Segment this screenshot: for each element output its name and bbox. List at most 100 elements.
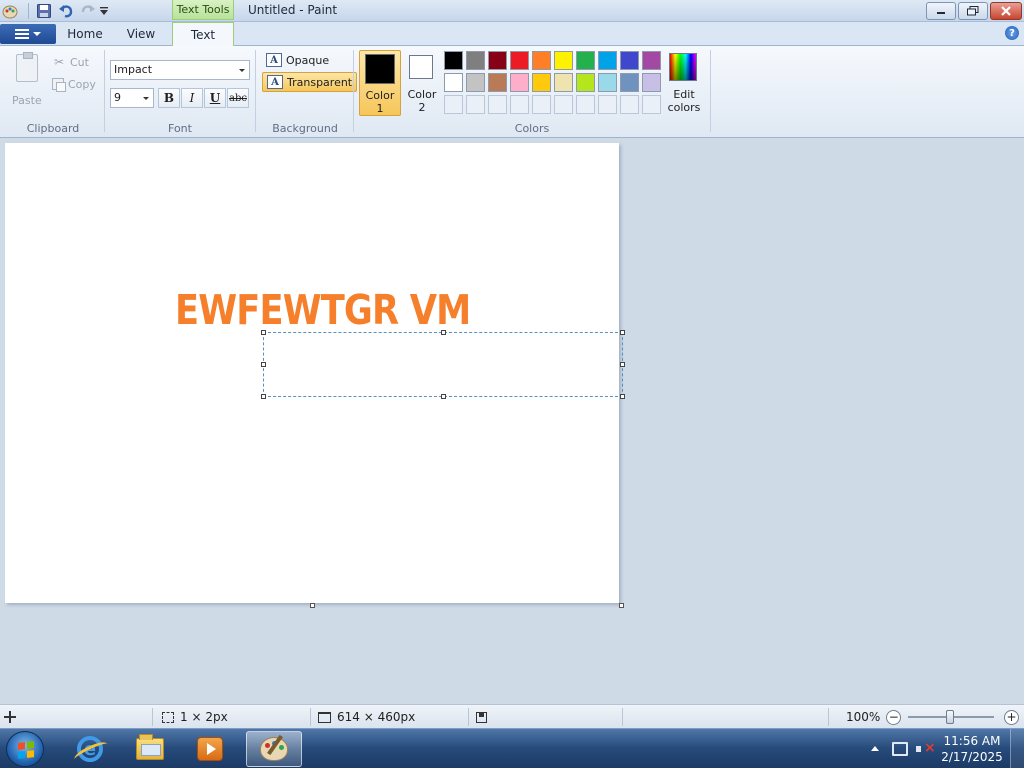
bold-button[interactable]: B [158, 88, 180, 108]
transparent-button[interactable]: A Transparent [262, 72, 358, 92]
help-icon[interactable]: ? [1005, 26, 1019, 40]
text-box-handle[interactable] [620, 362, 625, 367]
status-separator [828, 708, 829, 726]
canvas-resize-handle-bottom[interactable] [310, 603, 315, 608]
edit-colors-button[interactable]: Edit colors [664, 50, 704, 116]
palette-swatch[interactable] [510, 51, 529, 70]
palette-swatch[interactable] [576, 51, 595, 70]
drawing-canvas[interactable]: EWFEWTGR VM [5, 143, 625, 603]
minimize-button[interactable] [926, 2, 956, 20]
palette-swatch[interactable] [444, 51, 463, 70]
palette-swatch[interactable] [488, 73, 507, 92]
font-group-label: Font [168, 122, 192, 135]
taskbar-media-player[interactable] [182, 731, 238, 767]
zoom-out-button[interactable]: − [886, 709, 902, 725]
network-icon[interactable] [892, 742, 908, 756]
customize-qat-icon[interactable] [98, 5, 110, 17]
palette-swatch[interactable] [598, 51, 617, 70]
redo-icon[interactable] [80, 3, 96, 19]
text-input-box[interactable] [261, 330, 625, 399]
palette-swatch[interactable] [532, 73, 551, 92]
text-box-handle[interactable] [620, 394, 625, 399]
status-separator [152, 708, 153, 726]
opaque-button[interactable]: A Opaque [262, 50, 333, 70]
palette-swatch[interactable] [466, 73, 485, 92]
system-clock[interactable]: 11:56 AM 2/17/2025 [940, 733, 1004, 765]
palette-custom-slot[interactable] [554, 95, 573, 114]
palette-swatch[interactable] [510, 73, 529, 92]
text-box-handle[interactable] [441, 330, 446, 335]
cut-button[interactable]: ✂ Cut [52, 52, 89, 72]
strikethrough-button[interactable]: abc [227, 88, 249, 108]
palette-swatch[interactable] [642, 73, 661, 92]
zoom-slider-thumb[interactable] [946, 710, 954, 724]
paste-button[interactable]: Paste [6, 52, 46, 112]
taskbar-paint[interactable] [246, 731, 302, 767]
palette-custom-slot[interactable] [576, 95, 595, 114]
palette-swatch[interactable] [598, 73, 617, 92]
palette-custom-slot[interactable] [642, 95, 661, 114]
background-group-label: Background [272, 122, 338, 135]
file-size [476, 705, 487, 729]
tab-home[interactable]: Home [60, 22, 110, 46]
undo-icon[interactable] [58, 3, 74, 19]
palette-custom-slot[interactable] [620, 95, 639, 114]
palette-swatch[interactable] [488, 51, 507, 70]
font-family-select[interactable]: Impact [110, 60, 250, 80]
font-size-select[interactable]: 9 [110, 88, 154, 108]
save-icon[interactable] [36, 3, 52, 19]
palette-custom-slot[interactable] [532, 95, 551, 114]
palette-swatch[interactable] [576, 73, 595, 92]
tab-view[interactable]: View [116, 22, 166, 46]
palette-custom-slot[interactable] [488, 95, 507, 114]
underline-button[interactable]: U [204, 88, 226, 108]
italic-button[interactable]: I [181, 88, 203, 108]
show-desktop-button[interactable] [1010, 729, 1024, 768]
palette-custom-slot[interactable] [444, 95, 463, 114]
zoom-in-button[interactable]: + [1004, 709, 1019, 725]
text-box-handle[interactable] [620, 330, 625, 335]
text-box-handle[interactable] [441, 394, 446, 399]
palette-swatch[interactable] [620, 73, 639, 92]
palette-swatch[interactable] [620, 51, 639, 70]
palette-swatch[interactable] [642, 51, 661, 70]
palette-swatch[interactable] [532, 51, 551, 70]
tab-text[interactable]: Text [172, 22, 234, 47]
color1-number: 1 [376, 102, 384, 115]
color2-number: 2 [418, 101, 426, 114]
clock-date: 2/17/2025 [941, 750, 1003, 764]
palette-swatch[interactable] [554, 51, 573, 70]
text-box-handle[interactable] [261, 330, 266, 335]
copy-button[interactable]: Copy [52, 74, 96, 94]
status-separator [310, 708, 311, 726]
paint-menu-button[interactable] [0, 24, 56, 44]
palette-swatch[interactable] [444, 73, 463, 92]
paste-label: Paste [12, 94, 42, 107]
paint-palette-icon [260, 737, 288, 761]
group-separator [353, 50, 354, 132]
show-hidden-icons-icon[interactable] [871, 746, 879, 751]
restore-icon [967, 6, 979, 16]
taskbar-file-explorer[interactable] [122, 731, 178, 767]
internet-explorer-icon: e [77, 736, 103, 762]
taskbar-internet-explorer[interactable]: e [62, 731, 118, 767]
palette-swatch[interactable] [554, 73, 573, 92]
palette-custom-slot[interactable] [510, 95, 529, 114]
palette-swatch[interactable] [466, 51, 485, 70]
canvas-resize-handle-corner[interactable] [619, 603, 624, 608]
palette-custom-slot[interactable] [598, 95, 617, 114]
clipboard-icon [16, 52, 38, 82]
restore-button[interactable] [958, 2, 988, 20]
color2-button[interactable]: Color 2 [404, 50, 440, 116]
color-spectrum-icon [669, 53, 697, 81]
palette-custom-slot[interactable] [466, 95, 485, 114]
color1-button[interactable]: Color 1 [359, 50, 401, 116]
text-box-handle[interactable] [261, 362, 266, 367]
text-box-handle[interactable] [261, 394, 266, 399]
volume-muted-icon[interactable] [916, 740, 936, 756]
zoom-level-value: 100% [846, 710, 881, 724]
colors-group-label: Colors [514, 122, 550, 135]
paint-app-icon[interactable] [2, 3, 18, 19]
start-button[interactable] [6, 731, 44, 767]
close-button[interactable] [990, 2, 1022, 20]
